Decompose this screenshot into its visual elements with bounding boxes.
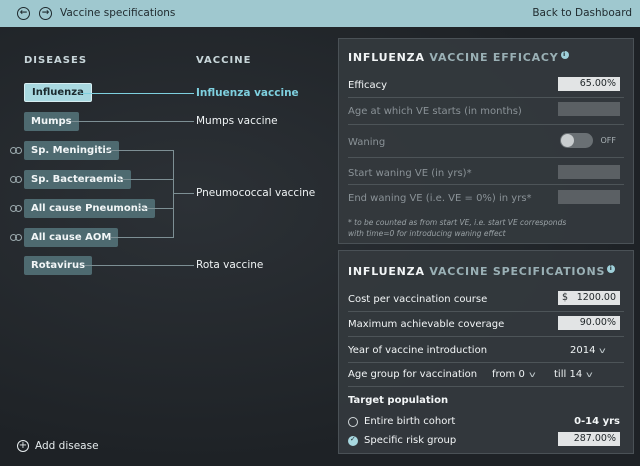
info-icon[interactable]: i <box>560 51 569 59</box>
specifications-panel-title: INFLUENZA VACCINE SPECIFICATIONS i <box>348 265 616 278</box>
divider <box>348 157 624 158</box>
back-to-dashboard-link[interactable]: Back to Dashboard <box>532 7 632 19</box>
coverage-label: Maximum achievable coverage <box>348 319 505 330</box>
divider <box>348 184 624 185</box>
disease-all-cause-aom-button[interactable]: All cause AOM <box>24 228 119 247</box>
vaccine-specifications-panel: INFLUENZA VACCINE SPECIFICATIONS i Cost p… <box>338 250 634 454</box>
link-icon <box>10 147 22 154</box>
info-icon[interactable]: i <box>607 265 616 273</box>
connector-meningitis <box>107 150 173 151</box>
connector-bacteraemia <box>117 179 173 180</box>
cost-value: 1200.00 <box>576 292 616 303</box>
connector-mumps <box>71 121 194 122</box>
plus-icon: + <box>17 440 29 452</box>
efficacy-input[interactable]: 65.00% <box>558 77 620 91</box>
entire-birth-cohort-label[interactable]: Entire birth cohort <box>364 416 455 427</box>
connector-influenza <box>81 93 194 94</box>
divider <box>348 97 624 98</box>
specific-risk-group-label[interactable]: Specific risk group <box>364 435 456 446</box>
connector-pneumococcal-bracket <box>173 150 174 238</box>
entire-birth-cohort-radio[interactable] <box>348 417 358 427</box>
age-group-label: Age group for vaccination <box>348 369 478 380</box>
coverage-input[interactable]: 90.00% <box>558 316 620 330</box>
age-till-select[interactable]: till 14 v <box>554 369 593 380</box>
link-icon <box>10 234 22 241</box>
divider <box>348 386 624 387</box>
back-arrow-icon[interactable]: ← <box>17 7 30 20</box>
chevron-down-icon: v <box>528 370 536 379</box>
disease-rotavirus-button[interactable]: Rotavirus <box>24 256 93 275</box>
forward-arrow-icon[interactable]: → <box>39 7 52 20</box>
divider <box>348 124 624 125</box>
currency-symbol: $ <box>562 292 569 303</box>
end-waning-input[interactable] <box>558 190 620 204</box>
divider <box>348 311 624 312</box>
vaccine-pneumococcal-label[interactable]: Pneumococcal vaccine <box>196 187 315 199</box>
cost-label: Cost per vaccination course <box>348 294 488 305</box>
connector-rotavirus <box>85 265 194 266</box>
specific-risk-group-radio[interactable] <box>348 435 358 446</box>
divider <box>348 336 624 337</box>
efficacy-label: Efficacy <box>348 80 388 91</box>
entire-birth-cohort-value: 0-14 yrs <box>574 416 620 427</box>
vaccine-heading: VACCINE <box>196 55 252 66</box>
add-disease-button[interactable]: + Add disease <box>17 440 99 452</box>
chevron-down-icon: v <box>599 346 607 355</box>
connector-pneumococcal <box>173 193 194 194</box>
vaccine-mumps-label[interactable]: Mumps vaccine <box>196 115 278 127</box>
connector-aom <box>111 237 173 238</box>
page-title: Vaccine specifications <box>60 7 176 19</box>
waning-footnote: * to be counted as from start VE, i.e. s… <box>348 218 567 238</box>
vaccine-influenza-label[interactable]: Influenza vaccine <box>196 87 299 99</box>
connector-pneumonia <box>139 208 173 209</box>
efficacy-panel-title: INFLUENZA VACCINE EFFICACY i <box>348 51 569 64</box>
year-introduction-select[interactable]: 2014 v <box>570 345 607 356</box>
add-disease-label: Add disease <box>35 440 99 452</box>
chevron-down-icon: v <box>586 370 593 379</box>
target-population-label: Target population <box>348 395 449 406</box>
link-icon <box>10 205 22 212</box>
disease-all-cause-pneumonia-button[interactable]: All cause Pneumonia <box>24 199 156 218</box>
end-waning-label: End waning VE (i.e. VE = 0%) in yrs* <box>348 193 532 204</box>
toggle-knob <box>561 134 574 147</box>
top-navigation-bar: ← → Vaccine specifications Back to Dashb… <box>0 0 640 27</box>
specific-risk-group-input[interactable]: 287.00% <box>558 432 620 446</box>
cost-input[interactable]: $ 1200.00 <box>558 291 620 305</box>
diseases-heading: DISEASES <box>24 55 88 66</box>
ve-start-age-input[interactable] <box>558 102 620 116</box>
start-waning-input[interactable] <box>558 165 620 179</box>
vaccine-efficacy-panel: INFLUENZA VACCINE EFFICACY i Efficacy 65.… <box>338 38 634 244</box>
divider <box>348 362 624 363</box>
start-waning-label: Start waning VE (in yrs)* <box>348 168 472 179</box>
waning-toggle-state: OFF <box>600 136 617 145</box>
year-introduction-label: Year of vaccine introduction <box>348 345 488 356</box>
disease-sp-meningitis-button[interactable]: Sp. Meningitis <box>24 141 119 160</box>
disease-sp-bacteraemia-button[interactable]: Sp. Bacteraemia <box>24 170 131 189</box>
waning-toggle[interactable] <box>560 133 593 148</box>
vaccine-rota-label[interactable]: Rota vaccine <box>196 259 263 271</box>
link-icon <box>10 176 22 183</box>
age-from-select[interactable]: from 0v <box>492 369 536 380</box>
ve-start-age-label: Age at which VE starts (in months) <box>348 106 522 117</box>
waning-label: Waning <box>348 137 386 148</box>
